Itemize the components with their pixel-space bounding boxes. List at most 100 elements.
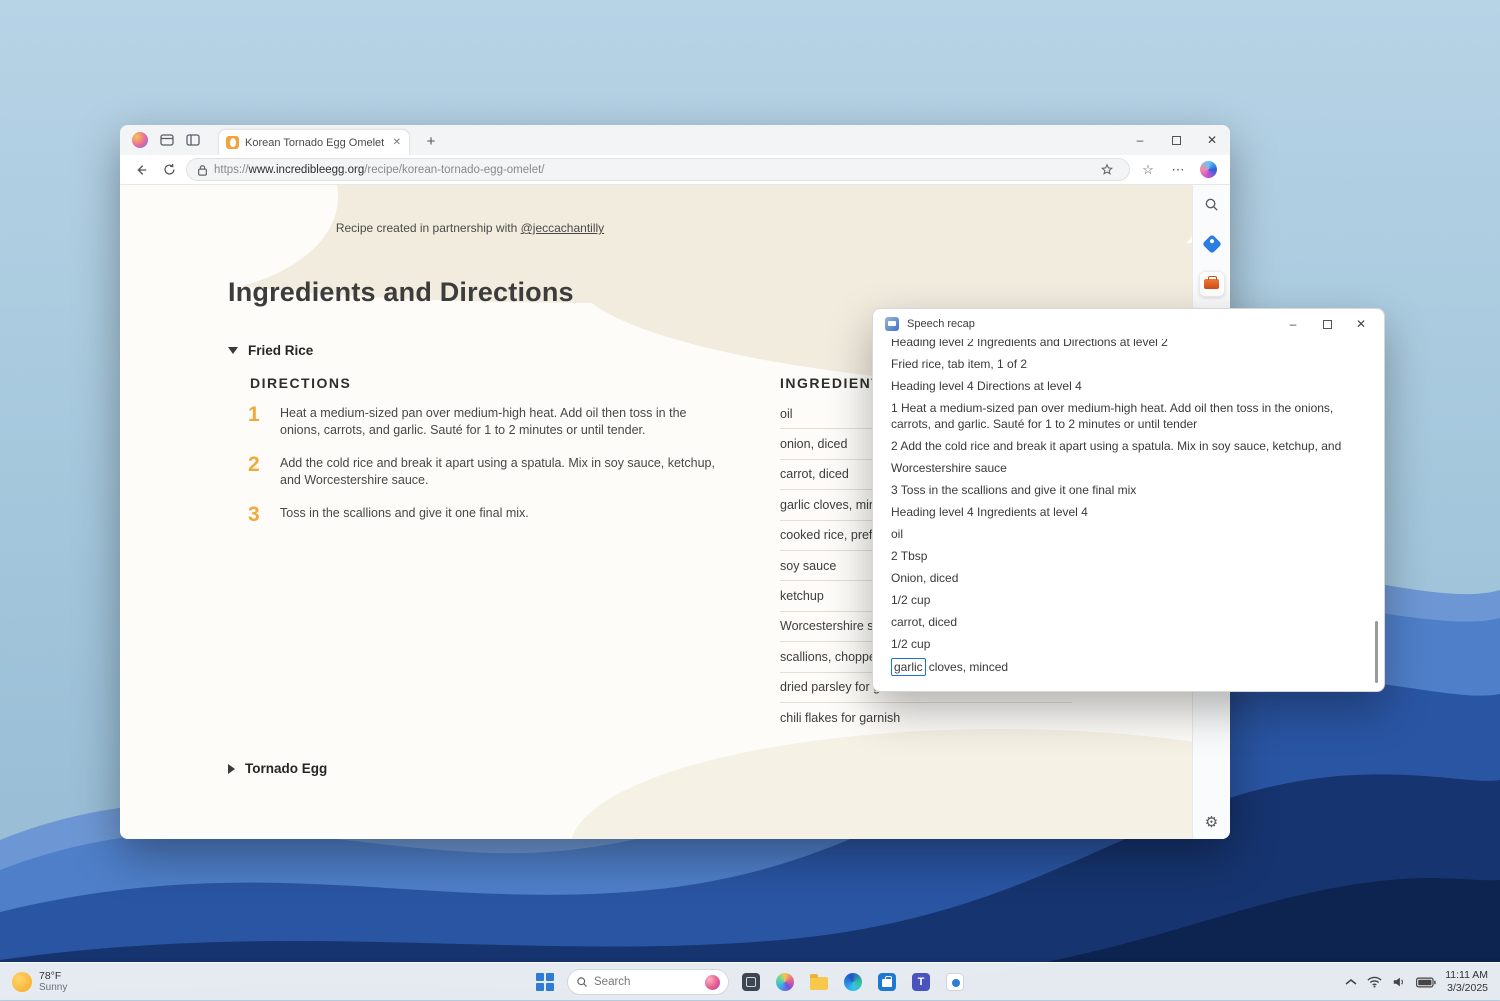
store-button[interactable]	[875, 970, 899, 994]
tray-chevron-up-icon[interactable]	[1345, 978, 1357, 986]
tab-layout-icon[interactable]	[160, 133, 174, 147]
speech-line: 2 Tbsp	[891, 548, 1358, 564]
speech-line: Heading level 4 Ingredients at level 4	[891, 504, 1358, 520]
windows-logo-icon	[536, 973, 554, 991]
folder-icon	[810, 977, 828, 990]
partnership-note: Recipe created in partnership with @jecc…	[160, 221, 780, 235]
partnership-link[interactable]: @jeccachantilly	[521, 221, 605, 235]
more-options-button[interactable]: ⋯	[1166, 158, 1190, 182]
search-input[interactable]	[594, 976, 699, 988]
start-button[interactable]	[533, 970, 557, 994]
copilot-icon	[776, 973, 794, 991]
speech-line: oil	[891, 526, 1358, 542]
sun-icon	[12, 972, 32, 992]
refresh-button[interactable]	[158, 159, 180, 181]
maximize-icon	[1323, 320, 1332, 329]
search-icon	[576, 976, 588, 988]
taskbar-clock[interactable]: 11:11 AM 3/3/2025	[1445, 963, 1488, 1001]
copilot-button[interactable]	[1196, 158, 1220, 182]
workspaces-icon[interactable]	[186, 133, 200, 147]
directions-heading: DIRECTIONS	[250, 375, 351, 391]
browser-tab[interactable]: Korean Tornado Egg Omelet - A... ✕	[218, 129, 410, 155]
browser-toolbar: https://www.incredibleegg.org/recipe/kor…	[120, 155, 1230, 185]
store-icon	[878, 973, 896, 991]
highlighted-word: garlic	[891, 658, 926, 676]
clock-time: 11:11 AM	[1445, 969, 1488, 982]
direction-step: 3 Toss in the scallions and give it one …	[248, 505, 728, 524]
wifi-icon[interactable]	[1367, 976, 1382, 988]
site-favicon	[226, 136, 239, 149]
taskbar-search[interactable]	[567, 969, 729, 995]
tab-title: Korean Tornado Egg Omelet - A...	[245, 137, 386, 149]
fried-rice-section-toggle[interactable]: Fried Rice	[228, 343, 313, 358]
window-close-button[interactable]: ✕	[1194, 125, 1230, 155]
speech-line: 1/2 cup	[891, 592, 1358, 608]
battery-icon[interactable]	[1416, 977, 1436, 988]
step-number: 2	[248, 455, 270, 489]
ingredient-row: chili flakes for garnish	[780, 703, 1072, 733]
speech-recap-title: Speech recap	[907, 318, 975, 330]
tornado-egg-section-toggle[interactable]: Tornado Egg	[228, 761, 327, 776]
copilot-icon	[1200, 161, 1217, 178]
teams-button[interactable]: T	[909, 970, 933, 994]
volume-icon[interactable]	[1392, 976, 1406, 988]
window-maximize-button[interactable]	[1158, 125, 1194, 155]
speech-close-button[interactable]: ✕	[1344, 309, 1378, 339]
search-highlight-icon	[705, 975, 720, 990]
url-scheme: https://	[214, 164, 249, 176]
speech-recap-content[interactable]: Heading level 2 Ingredients and Directio…	[873, 339, 1384, 692]
narrator-button[interactable]	[943, 970, 967, 994]
favorites-button[interactable]: ☆	[1136, 158, 1160, 182]
sidebar-search-button[interactable]	[1199, 191, 1225, 217]
speech-scrollbar-thumb[interactable]	[1375, 621, 1378, 683]
sidebar-settings-button[interactable]: ⚙	[1193, 813, 1230, 831]
step-text: Toss in the scallions and give it one fi…	[280, 505, 725, 524]
speech-maximize-button[interactable]	[1310, 309, 1344, 339]
file-explorer-button[interactable]	[807, 970, 831, 994]
taskbar: 78°F Sunny T 11:11 AM 3/3/2025	[0, 962, 1500, 1000]
speech-line: 1 Heat a medium-sized pan over medium-hi…	[891, 400, 1358, 432]
url-text: https://www.incredibleegg.org/recipe/kor…	[214, 164, 545, 176]
narrator-icon	[946, 973, 964, 991]
system-tray	[1345, 963, 1436, 1001]
back-button[interactable]	[130, 159, 152, 181]
new-tab-button[interactable]: +	[420, 130, 442, 152]
speech-minimize-button[interactable]: –	[1276, 309, 1310, 339]
browser-titlebar: Korean Tornado Egg Omelet - A... ✕ + – ✕	[120, 125, 1230, 155]
speech-recap-window: Speech recap – ✕ Heading level 2 Ingredi…	[872, 308, 1385, 692]
direction-step: 1 Heat a medium-sized pan over medium-hi…	[248, 405, 728, 439]
speech-line: 2 Add the cold rice and break it apart u…	[891, 438, 1358, 454]
add-favorite-button[interactable]	[1095, 158, 1119, 182]
weather-temp: 78°F	[39, 970, 67, 982]
tab-close-icon[interactable]: ✕	[392, 137, 402, 148]
highlight-rest-text: cloves, minced	[929, 660, 1008, 674]
address-bar[interactable]: https://www.incredibleegg.org/recipe/kor…	[186, 158, 1130, 181]
weather-condition: Sunny	[39, 982, 67, 994]
bottom-wave-decoration	[570, 729, 1192, 839]
window-minimize-button[interactable]: –	[1122, 125, 1158, 155]
direction-step: 2 Add the cold rice and break it apart u…	[248, 455, 728, 489]
lock-icon	[197, 164, 208, 176]
star-plus-icon	[1100, 163, 1114, 177]
step-number: 1	[248, 405, 270, 439]
sidebar-workspace-button[interactable]	[1199, 271, 1225, 297]
speech-line: Fried rice, tab item, 1 of 2	[891, 356, 1358, 372]
copilot-taskbar-button[interactable]	[773, 970, 797, 994]
url-path: /recipe/korean-tornado-egg-omelet/	[364, 164, 544, 176]
speech-recap-titlebar: Speech recap – ✕	[873, 309, 1384, 339]
partnership-text: Recipe created in partnership with	[336, 221, 517, 235]
teams-icon: T	[912, 973, 930, 991]
section-label: Tornado Egg	[245, 761, 327, 776]
edge-icon	[844, 973, 862, 991]
sidebar-shopping-button[interactable]	[1199, 231, 1225, 257]
narrator-app-icon	[885, 317, 899, 331]
section-label: Fried Rice	[248, 343, 313, 358]
speech-line: Heading level 4 Directions at level 4	[891, 378, 1358, 394]
speech-line: carrot, diced	[891, 614, 1358, 630]
taskbar-weather-widget[interactable]: 78°F Sunny	[12, 963, 67, 1001]
profile-avatar[interactable]	[132, 132, 148, 148]
step-text: Add the cold rice and break it apart usi…	[280, 455, 725, 489]
task-view-button[interactable]	[739, 970, 763, 994]
edge-taskbar-button[interactable]	[841, 970, 865, 994]
chevron-right-icon	[228, 764, 235, 774]
